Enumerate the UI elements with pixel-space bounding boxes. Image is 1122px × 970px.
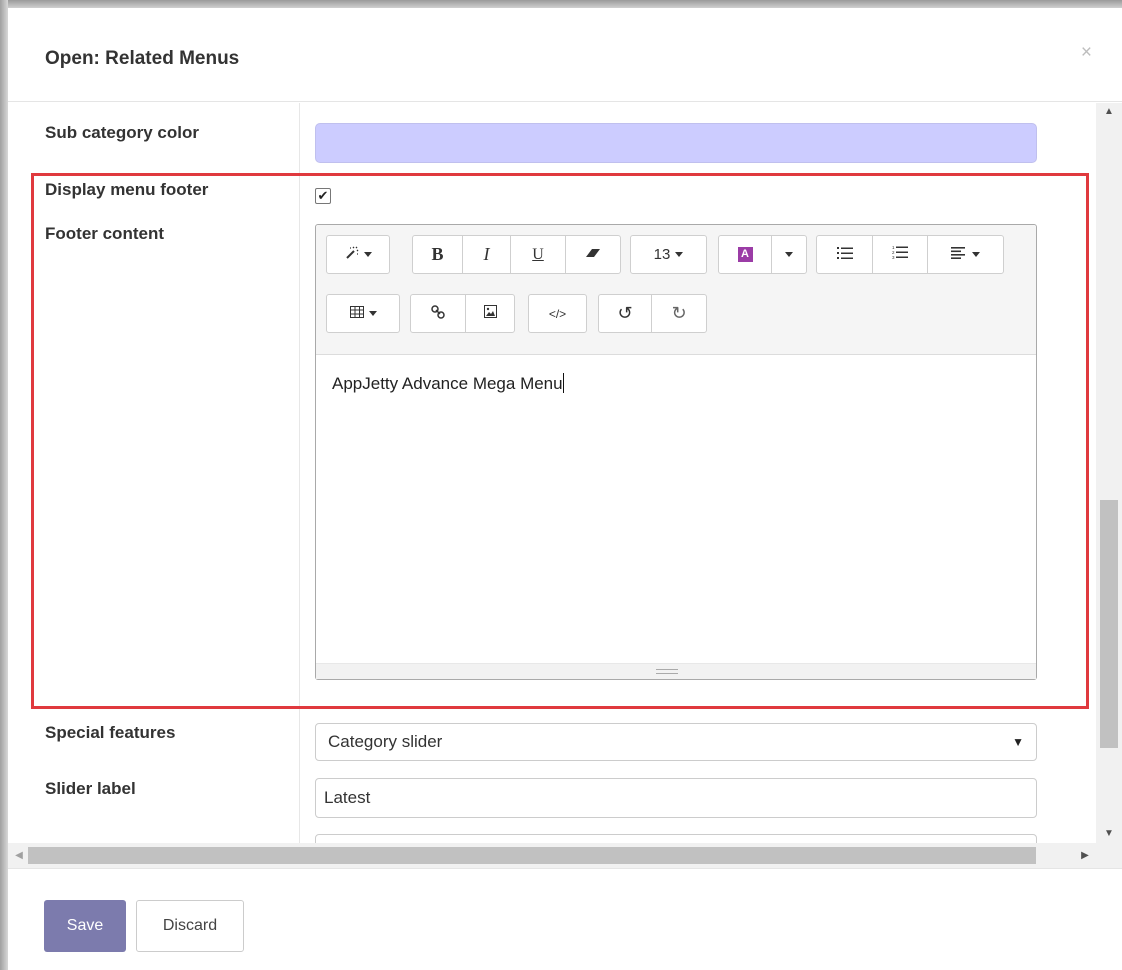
label-column-divider bbox=[299, 103, 300, 868]
sub-category-color-label: Sub category color bbox=[45, 123, 199, 142]
table-group bbox=[326, 294, 400, 333]
text-cursor bbox=[562, 373, 564, 393]
insert-group bbox=[410, 294, 515, 333]
display-menu-footer-label: Display menu footer bbox=[45, 180, 209, 199]
editor-toolbar: B I U 13 A 1 2 3 </> ↺ ↻ bbox=[316, 225, 1036, 355]
picture-button[interactable] bbox=[465, 294, 515, 333]
modal-title: Open: Related Menus bbox=[45, 48, 240, 69]
paragraph-group: 123 bbox=[816, 235, 1004, 274]
table-button[interactable] bbox=[326, 294, 400, 333]
code-view-button[interactable]: </> bbox=[528, 294, 587, 333]
eraser-icon bbox=[585, 246, 601, 263]
scroll-right-icon[interactable]: ▶ bbox=[1074, 843, 1096, 868]
discard-button[interactable]: Discard bbox=[136, 900, 244, 952]
font-size-group: 13 bbox=[630, 235, 707, 274]
undo-button[interactable]: ↺ bbox=[598, 294, 652, 333]
link-icon bbox=[431, 304, 445, 323]
vertical-scrollbar-thumb[interactable] bbox=[1100, 500, 1118, 748]
magic-wand-icon bbox=[345, 246, 359, 264]
scroll-down-icon[interactable]: ▼ bbox=[1096, 825, 1122, 843]
link-button[interactable] bbox=[410, 294, 466, 333]
font-color-dropdown[interactable] bbox=[771, 235, 807, 274]
modal-header: Open: Related Menus × bbox=[8, 8, 1122, 102]
save-button[interactable]: Save bbox=[44, 900, 126, 952]
scrollbar-corner bbox=[1096, 843, 1122, 868]
code-view-icon: </> bbox=[548, 306, 567, 321]
resize-grip-icon bbox=[656, 669, 678, 674]
ordered-list-icon: 123 bbox=[892, 245, 908, 264]
underline-button[interactable]: U bbox=[510, 235, 566, 274]
redo-button[interactable]: ↻ bbox=[651, 294, 707, 333]
redo-icon: ↻ bbox=[671, 303, 687, 323]
slider-label-label: Slider label bbox=[45, 779, 136, 798]
special-features-select[interactable]: Category slider ▼ bbox=[315, 723, 1037, 761]
table-icon bbox=[349, 305, 364, 322]
unordered-list-button[interactable] bbox=[816, 235, 873, 274]
style-group bbox=[326, 235, 390, 274]
horizontal-scrollbar-thumb[interactable] bbox=[28, 847, 1036, 864]
footer-content-text: AppJetty Advance Mega Menu bbox=[332, 374, 563, 393]
scroll-up-icon[interactable]: ▲ bbox=[1096, 103, 1122, 121]
align-button[interactable] bbox=[927, 235, 1004, 274]
editor-content[interactable]: AppJetty Advance Mega Menu bbox=[332, 373, 564, 394]
eraser-button[interactable] bbox=[565, 235, 621, 274]
align-left-icon bbox=[951, 246, 967, 263]
slider-label-value: Latest bbox=[324, 788, 371, 807]
modal-dialog: Open: Related Menus × Sub category color… bbox=[8, 8, 1122, 970]
font-color-group: A bbox=[718, 235, 807, 274]
italic-button[interactable]: I bbox=[462, 235, 511, 274]
slider-label-input[interactable]: Latest bbox=[315, 778, 1037, 818]
footer-content-editor: B I U 13 A 1 2 3 </> ↺ ↻ AppJetty Advanc… bbox=[315, 224, 1037, 680]
window-frame-left bbox=[0, 0, 8, 970]
form-scroll-area: Sub category color Display menu footer ✔… bbox=[8, 103, 1122, 868]
svg-text:3: 3 bbox=[892, 255, 895, 260]
vertical-scrollbar[interactable]: ▲ ▼ bbox=[1096, 103, 1122, 843]
bold-button[interactable]: B bbox=[412, 235, 463, 274]
window-frame-top bbox=[0, 0, 1122, 8]
scroll-left-icon[interactable]: ◀ bbox=[8, 843, 30, 868]
font-size-value: 13 bbox=[653, 246, 671, 263]
editor-resize-bar[interactable] bbox=[316, 663, 1036, 679]
codeview-group: </> bbox=[528, 294, 587, 333]
font-style-group: B I U bbox=[412, 235, 621, 274]
unordered-list-icon bbox=[836, 246, 853, 264]
footer-content-label: Footer content bbox=[45, 224, 164, 243]
dropdown-arrow-icon: ▼ bbox=[1012, 735, 1024, 749]
modal-footer: Save Discard bbox=[8, 868, 1122, 970]
font-color-button[interactable]: A bbox=[718, 235, 772, 274]
special-features-value: Category slider bbox=[328, 732, 443, 751]
font-color-icon: A bbox=[737, 247, 753, 262]
font-size-button[interactable]: 13 bbox=[630, 235, 707, 274]
style-button[interactable] bbox=[326, 235, 390, 274]
ordered-list-button[interactable]: 123 bbox=[872, 235, 928, 274]
picture-icon bbox=[483, 305, 497, 322]
special-features-label: Special features bbox=[45, 723, 176, 742]
history-group: ↺ ↻ bbox=[598, 294, 707, 333]
sub-category-color-field[interactable] bbox=[315, 123, 1037, 163]
undo-icon: ↺ bbox=[617, 303, 633, 323]
horizontal-scrollbar[interactable]: ◀ ▶ bbox=[8, 843, 1096, 868]
display-menu-footer-checkbox[interactable]: ✔ bbox=[315, 188, 331, 204]
close-icon[interactable]: × bbox=[1081, 42, 1092, 64]
